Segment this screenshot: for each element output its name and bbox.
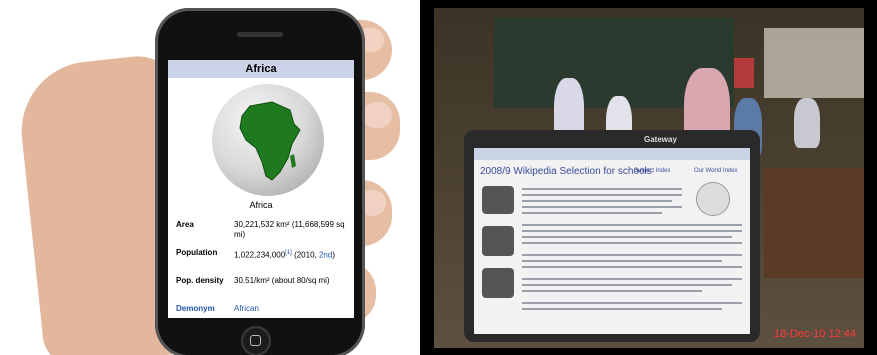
text-line	[522, 278, 742, 280]
wall-poster	[734, 58, 754, 88]
area-label: Area	[176, 220, 194, 229]
globe-map: Africa	[168, 78, 354, 216]
demonym-label[interactable]: Demonym	[176, 304, 215, 313]
window	[764, 28, 864, 98]
insect-image	[482, 268, 514, 298]
smartphone: Africa Africa Area 30,221,532 km² (11,66…	[155, 8, 365, 355]
population-ref-link[interactable]: [1]	[285, 250, 292, 256]
student	[794, 98, 820, 148]
area-value: 30,221,532 km² (11,668,599 sq mi)	[234, 220, 345, 239]
home-square-icon	[250, 335, 261, 346]
subject-index-link[interactable]: Subject Index	[634, 168, 670, 174]
laptop-screen: 2008/9 Wikipedia Selection for schools S…	[474, 148, 750, 334]
home-button[interactable]	[241, 326, 271, 355]
world-index-link[interactable]: Our World Index	[694, 168, 738, 174]
photo-timestamp: 18-Dec-10 12:44	[774, 328, 856, 340]
demonym-value[interactable]: African	[234, 304, 352, 314]
population-value: 1,022,234,000[1] (2010, 2nd)	[234, 250, 336, 260]
text-line	[522, 242, 742, 244]
globe-icon	[212, 84, 324, 196]
density-row: Pop. density 30.51/km² (about 80/sq mi)	[168, 272, 354, 300]
population-label: Population	[176, 248, 218, 257]
browser-toolbar	[474, 148, 750, 160]
density-label: Pop. density	[176, 276, 224, 285]
text-line	[522, 224, 742, 226]
text-line	[522, 236, 732, 238]
text-line	[522, 194, 682, 196]
insect-image	[482, 186, 514, 214]
map-caption: Africa	[249, 200, 273, 210]
text-line	[522, 206, 682, 208]
text-line	[522, 212, 662, 214]
school-desk	[764, 168, 864, 278]
text-line	[522, 254, 742, 256]
population-rank-link[interactable]: 2nd	[319, 251, 332, 260]
infobox-title: Africa	[168, 60, 354, 78]
laptop-brand: Gateway	[644, 135, 677, 144]
density-value: 30.51/km² (about 80/sq mi)	[234, 276, 330, 285]
text-line	[522, 290, 702, 292]
text-line	[522, 266, 742, 268]
text-line	[522, 260, 722, 262]
page-heading: 2008/9 Wikipedia Selection for schools	[480, 166, 652, 177]
text-line	[522, 284, 732, 286]
phone-photo: Africa Africa Area 30,221,532 km² (11,66…	[0, 0, 420, 355]
area-row: Area 30,221,532 km² (11,668,599 sq mi)	[168, 216, 354, 244]
text-line	[522, 188, 682, 190]
text-line	[522, 200, 672, 202]
classroom-photo-frame: Gateway 2008/9 Wikipedia Selection for s…	[420, 0, 877, 355]
insect-image	[482, 226, 514, 256]
text-line	[522, 302, 742, 304]
fingernail	[362, 102, 392, 128]
text-line	[522, 230, 742, 232]
phone-screen: Africa Africa Area 30,221,532 km² (11,66…	[168, 60, 354, 318]
africa-map-icon	[239, 101, 301, 181]
demonym-row: Demonym African	[168, 300, 354, 318]
classroom-photo: Gateway 2008/9 Wikipedia Selection for s…	[434, 8, 864, 348]
wikipedia-logo-icon	[696, 182, 730, 216]
phone-speaker	[237, 32, 283, 37]
text-line	[522, 308, 722, 310]
population-row: Population 1,022,234,000[1] (2010, 2nd)	[168, 244, 354, 272]
laptop: Gateway 2008/9 Wikipedia Selection for s…	[464, 130, 760, 342]
